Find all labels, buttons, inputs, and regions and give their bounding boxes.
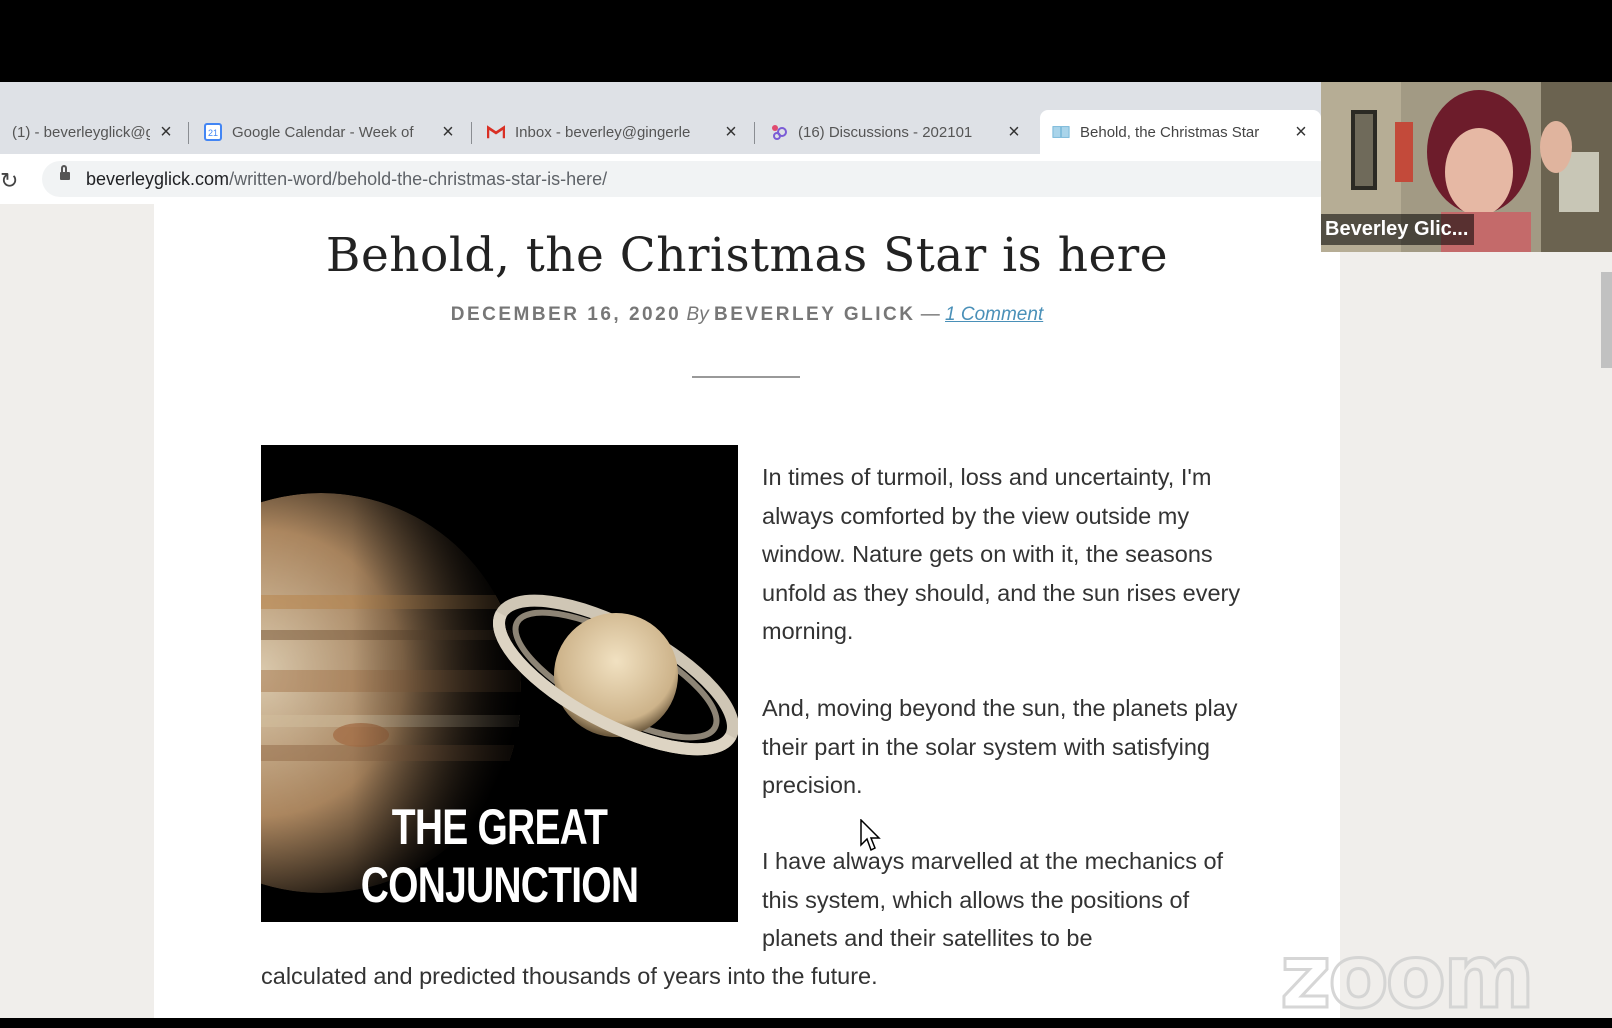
tab-title: Inbox - beverley@gingerle [515, 123, 691, 141]
discussions-icon [770, 123, 788, 141]
tab-title: (16) Discussions - 202101 [798, 123, 973, 141]
close-icon[interactable]: × [1293, 121, 1309, 144]
url-text[interactable]: beverleyglick.com/written-word/behold-th… [86, 169, 607, 190]
byline-by: By [686, 304, 709, 325]
tab-separator [471, 122, 472, 144]
close-icon[interactable]: × [440, 121, 456, 144]
screen-top-bar [0, 0, 1612, 82]
meta-dash: — [920, 304, 940, 325]
tab-behold-christmas-star[interactable]: Behold, the Christmas Star × [1040, 110, 1321, 154]
book-icon [1052, 123, 1070, 141]
comments-link[interactable]: 1 Comment [945, 304, 1043, 325]
lock-icon[interactable] [60, 165, 70, 180]
tab-google-calendar[interactable]: 21 Google Calendar - Week of × [192, 110, 468, 154]
article-title: Behold, the Christmas Star is here [325, 228, 1169, 283]
gmail-icon [487, 123, 505, 141]
address-bar-row: ↻ beverleyglick.com/written-word/behold-… [0, 154, 1337, 204]
paragraph-continuation: calculated and predicted thousands of ye… [261, 963, 878, 989]
paragraph: I have always marvelled at the mechanics… [762, 848, 1224, 951]
mouse-cursor-icon [860, 818, 884, 858]
address-bar[interactable]: beverleyglick.com/written-word/behold-th… [42, 161, 1337, 197]
great-conjunction-image: THE GREAT CONJUNCTION [261, 445, 738, 922]
page-viewport: Behold, the Christmas Star is here DECEM… [0, 204, 1612, 1018]
tab-separator [188, 122, 189, 144]
paragraph: And, moving beyond the sun, the planets … [762, 695, 1238, 798]
svg-text:21: 21 [208, 128, 218, 138]
article: Behold, the Christmas Star is here DECEM… [154, 204, 1340, 1018]
tab-separator [754, 122, 755, 144]
title-divider [692, 376, 800, 378]
url-domain: beverleyglick.com [86, 169, 230, 189]
close-icon[interactable]: × [723, 121, 739, 144]
article-meta: DECEMBER 16, 2020 By BEVERLEY GLICK — 1 … [154, 304, 1340, 326]
participant-name: Beverley Glic... [1321, 214, 1475, 245]
tab-title: (1) - beverleyglick@g [12, 123, 150, 141]
article-author[interactable]: BEVERLEY GLICK [714, 304, 915, 325]
browser-tab-bar: (1) - beverleyglick@g × 21 Google Calend… [0, 110, 1321, 154]
tab-discussions[interactable]: (16) Discussions - 202101 × [758, 110, 1034, 154]
video-thumbnail[interactable]: Beverley Glic... [1321, 82, 1612, 252]
close-icon[interactable]: × [1006, 121, 1022, 144]
tab-strip-top [0, 82, 1321, 110]
url-path: /written-word/behold-the-christmas-star-… [229, 169, 608, 189]
reload-icon[interactable]: ↻ [0, 168, 18, 194]
zoom-watermark: zoom [1279, 924, 1537, 1028]
paragraph: In times of turmoil, loss and uncertaint… [762, 464, 1241, 644]
article-date: DECEMBER 16, 2020 [450, 304, 682, 325]
calendar-icon: 21 [204, 123, 222, 141]
image-caption: THE GREAT CONJUNCTION [360, 799, 639, 913]
close-icon[interactable]: × [158, 121, 174, 144]
tab-gmail-inbox[interactable]: Inbox - beverley@gingerle × [475, 110, 751, 154]
scrollbar-thumb[interactable] [1601, 272, 1612, 368]
tab-gmail-1[interactable]: (1) - beverleyglick@g × [0, 110, 186, 154]
tab-title: Behold, the Christmas Star [1080, 123, 1260, 141]
tab-title: Google Calendar - Week of [232, 123, 414, 141]
